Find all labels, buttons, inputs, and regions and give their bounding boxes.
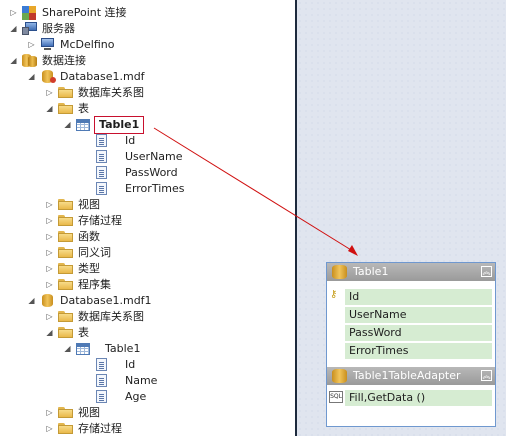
- expand-arrow-icon[interactable]: ▷: [45, 213, 54, 229]
- datatable-column[interactable]: UserName: [345, 307, 492, 323]
- expand-arrow-icon[interactable]: ▷: [45, 261, 54, 277]
- datatable-column[interactable]: PassWord: [345, 325, 492, 341]
- server-explorer-tree: ▷ SharePoint 连接 ◢ 服务器 ▷ McDelfino ◢ 数据连接…: [0, 0, 296, 436]
- server-icon: [22, 22, 38, 35]
- tableadapter-header[interactable]: Table1TableAdapter ︽: [327, 367, 495, 385]
- expand-arrow-icon[interactable]: ▷: [45, 277, 54, 293]
- node-label: 存储过程: [78, 422, 122, 435]
- folder-icon: [58, 326, 74, 338]
- node-label: 数据库关系图: [78, 86, 144, 99]
- folder-icon: [58, 310, 74, 322]
- folder-icon: [58, 102, 74, 114]
- selected-node-label: Table1: [94, 116, 145, 134]
- collapse-chevron-icon[interactable]: ︽: [481, 266, 492, 277]
- datatable-icon: [332, 265, 347, 279]
- tableadapter-icon: [332, 369, 347, 383]
- expand-arrow-icon[interactable]: ▷: [9, 5, 18, 21]
- node-label: Age: [125, 390, 147, 403]
- collapse-arrow-icon[interactable]: ◢: [9, 21, 18, 37]
- datatable-shape[interactable]: Table1 ︽ ⚷ Id UserName PassWord ErrorTim…: [326, 262, 496, 427]
- sql-query-icon: SQL: [329, 391, 343, 403]
- node-label: Database1.mdf1: [60, 294, 152, 307]
- column-icon: [96, 374, 107, 387]
- datatable-column[interactable]: ErrorTimes: [345, 343, 492, 359]
- node-label: 服务器: [42, 22, 75, 35]
- computer-icon: [40, 38, 55, 51]
- database-icon: [42, 70, 56, 83]
- node-label: 视图: [78, 198, 100, 211]
- node-label: 同义词: [78, 246, 111, 259]
- column-icon: [96, 390, 107, 403]
- folder-icon: [58, 422, 74, 434]
- node-label: 函数: [78, 230, 100, 243]
- datatable-column[interactable]: Id: [345, 289, 492, 305]
- collapse-arrow-icon[interactable]: ◢: [45, 325, 54, 341]
- expand-arrow-icon[interactable]: ▷: [45, 405, 54, 421]
- expand-arrow-icon[interactable]: ▷: [45, 197, 54, 213]
- expand-arrow-icon[interactable]: ▷: [45, 309, 54, 325]
- node-label: 表: [78, 326, 89, 339]
- node-label: 数据库关系图: [78, 310, 144, 323]
- node-label: ErrorTimes: [125, 182, 185, 195]
- folder-icon: [58, 406, 74, 418]
- collapse-arrow-icon[interactable]: ◢: [9, 53, 18, 69]
- tableadapter-title: Table1TableAdapter: [353, 369, 461, 382]
- node-label: Table1: [105, 342, 141, 355]
- database-icon: [42, 294, 53, 307]
- node-label: 存储过程: [78, 214, 122, 227]
- expand-arrow-icon[interactable]: ▷: [45, 229, 54, 245]
- tableadapter-queries: SQL Fill,GetData (): [327, 386, 495, 426]
- node-label: McDelfino: [60, 38, 115, 51]
- column-icon: [96, 134, 107, 147]
- tableadapter-query[interactable]: Fill,GetData (): [345, 390, 492, 406]
- folder-icon: [58, 246, 74, 258]
- node-label: Database1.mdf: [60, 70, 145, 83]
- folder-icon: [58, 198, 74, 210]
- folder-icon: [58, 230, 74, 242]
- table-icon: [76, 343, 90, 355]
- collapse-chevron-icon[interactable]: ︽: [481, 370, 492, 381]
- datatable-title: Table1: [353, 265, 389, 278]
- collapse-arrow-icon[interactable]: ◢: [45, 101, 54, 117]
- node-label: Id: [125, 134, 136, 147]
- node-label: 数据连接: [42, 54, 86, 67]
- folder-icon: [58, 278, 74, 290]
- expand-arrow-icon[interactable]: ▷: [45, 421, 54, 436]
- datatable-header[interactable]: Table1 ︽: [327, 263, 495, 281]
- primary-key-icon: ⚷: [330, 289, 338, 300]
- folder-icon: [58, 86, 74, 98]
- expand-arrow-icon[interactable]: ▷: [45, 85, 54, 101]
- sharepoint-icon: [22, 6, 37, 20]
- tree-node-db1-table1[interactable]: ◢ Table1: [63, 116, 263, 134]
- collapse-arrow-icon[interactable]: ◢: [63, 341, 72, 357]
- dataset-designer-surface[interactable]: Table1 ︽ ⚷ Id UserName PassWord ErrorTim…: [297, 0, 506, 436]
- node-label: 程序集: [78, 278, 111, 291]
- node-label: SharePoint 连接: [42, 6, 127, 19]
- node-label: Name: [125, 374, 158, 387]
- column-icon: [96, 150, 107, 163]
- node-label: UserName: [125, 150, 183, 163]
- column-icon: [96, 358, 107, 371]
- table-icon: [76, 119, 90, 131]
- datatable-columns: ⚷ Id UserName PassWord ErrorTimes: [327, 282, 495, 360]
- node-label: Id: [125, 358, 136, 371]
- node-label: 表: [78, 102, 89, 115]
- expand-arrow-icon[interactable]: ▷: [27, 37, 36, 53]
- column-icon: [96, 182, 107, 195]
- collapse-arrow-icon[interactable]: ◢: [27, 69, 36, 85]
- collapse-arrow-icon[interactable]: ◢: [63, 117, 72, 133]
- folder-icon: [58, 262, 74, 274]
- node-label: PassWord: [125, 166, 178, 179]
- collapse-arrow-icon[interactable]: ◢: [27, 293, 36, 309]
- folder-icon: [58, 214, 74, 226]
- data-connections-icon: [22, 54, 37, 68]
- expand-arrow-icon[interactable]: ▷: [45, 245, 54, 261]
- node-label: 视图: [78, 406, 100, 419]
- node-label: 类型: [78, 262, 100, 275]
- column-icon: [96, 166, 107, 179]
